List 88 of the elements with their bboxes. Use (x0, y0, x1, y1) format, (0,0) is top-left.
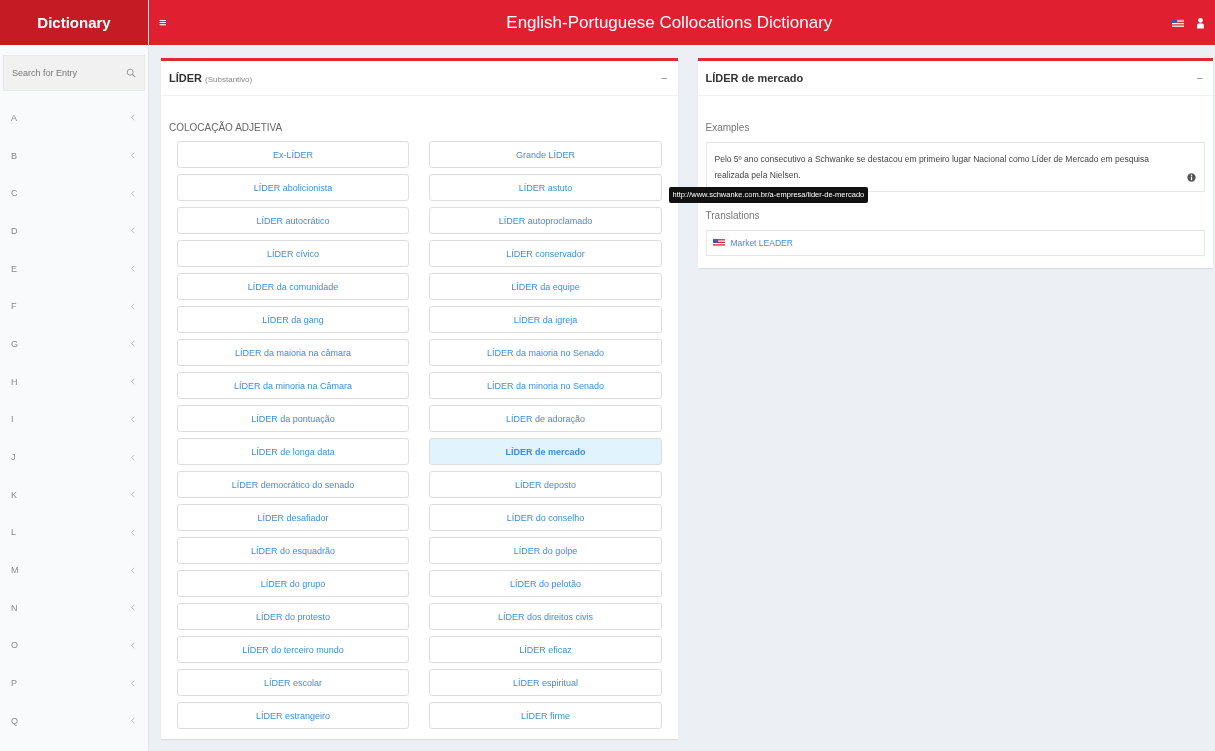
letter-item[interactable]: L (0, 513, 148, 552)
letter-item[interactable]: D (0, 212, 148, 250)
letter-item[interactable]: J (0, 438, 148, 476)
brand-title: Dictionary (0, 0, 148, 45)
entry-title: LÍDER (Substantivo) (169, 72, 254, 84)
collocation-button[interactable]: LÍDER escolar (177, 669, 409, 696)
chevron-icon (131, 265, 135, 273)
chevron-icon (131, 189, 135, 197)
examples-heading: Examples (705, 122, 751, 133)
collocation-button[interactable]: LÍDER da pontuação (177, 405, 409, 432)
chevron-icon (131, 378, 135, 386)
collocation-button[interactable]: Ex-LÍDER (177, 141, 409, 168)
collocation-button[interactable]: LÍDER de adoração (429, 405, 662, 432)
letter-item[interactable]: E (0, 249, 148, 288)
collocation-button[interactable]: LÍDER da igreja (429, 306, 662, 333)
detail-title: LÍDER de mercado (705, 72, 805, 84)
collocation-button[interactable]: LÍDER do grupo (177, 570, 409, 597)
collocation-button[interactable]: LÍDER do pelotão (429, 570, 662, 597)
chevron-icon (131, 415, 135, 423)
collapse-button[interactable]: − (1196, 72, 1203, 84)
letter-item[interactable]: I (0, 400, 148, 439)
chevron-icon (131, 114, 135, 122)
chevron-icon (131, 717, 135, 725)
collocation-button[interactable]: LÍDER da equipe (429, 273, 662, 300)
collocation-button[interactable]: LÍDER autocrático (177, 207, 409, 234)
collocation-button[interactable]: LÍDER cívico (177, 240, 409, 267)
collocation-button[interactable]: LÍDER do protesto (177, 603, 409, 630)
collapse-button[interactable]: − (661, 72, 668, 84)
collocation-button[interactable]: LÍDER abolicionista (177, 174, 409, 201)
collocation-button[interactable]: LÍDER deposto (429, 471, 662, 498)
collocation-button[interactable]: LÍDER do conselho (429, 504, 662, 531)
collocation-button[interactable]: LÍDER de mercado (429, 438, 662, 465)
translation-link[interactable]: Market LEADER (730, 238, 793, 248)
chevron-icon (131, 641, 135, 649)
collocation-button[interactable]: LÍDER astuto (429, 174, 662, 201)
example-text: Pelo 5º ano consecutivo a Schwanke se destacou em primeiro lugar Nacional como Líder de Mercado em pesquisa realizada pela Nielsen. (714, 153, 1150, 182)
collocation-button[interactable]: Grande LÍDER (429, 141, 662, 168)
collocation-button[interactable]: LÍDER dos direitos civis (429, 603, 662, 630)
collocation-button[interactable]: LÍDER desafiador (177, 504, 409, 531)
collocation-button[interactable]: LÍDER conservador (429, 240, 662, 267)
flag-icon (712, 239, 725, 247)
chevron-icon (131, 566, 135, 574)
collocation-button[interactable]: LÍDER de longa data (177, 438, 409, 465)
search-field[interactable]: Search for Entry (3, 55, 145, 91)
chevron-icon (131, 340, 135, 348)
collocation-button[interactable]: LÍDER democrático do senado (177, 471, 409, 498)
collocation-button[interactable]: LÍDER estrangeiro (177, 702, 409, 729)
letter-item[interactable]: K (0, 475, 148, 514)
chevron-icon (131, 302, 135, 310)
app-title: English-Portuguese Collocations Dictionary (505, 12, 834, 33)
collocation-button[interactable]: LÍDER autoproclamado (429, 207, 662, 234)
info-icon[interactable] (1187, 173, 1196, 182)
collocation-button[interactable]: LÍDER do terceiro mundo (177, 636, 409, 663)
collocation-button[interactable]: LÍDER da minoria no Senado (429, 372, 662, 399)
letter-item[interactable]: H (0, 362, 148, 401)
chevron-icon (131, 152, 135, 160)
menu-button[interactable]: ≡ (159, 15, 167, 30)
letter-item[interactable]: A (0, 99, 148, 137)
letter-item[interactable]: F (0, 287, 148, 326)
collocation-button[interactable]: LÍDER da maioria no Senado (429, 339, 662, 366)
section-heading: COLOCAÇÃO ADJETIVA (169, 122, 284, 133)
chevron-icon (131, 453, 135, 461)
letter-item[interactable]: G (0, 325, 148, 363)
letter-item[interactable]: O (0, 626, 148, 665)
chevron-icon (131, 491, 135, 499)
collocation-button[interactable]: LÍDER da gang (177, 306, 409, 333)
collocation-button[interactable]: LÍDER da maioria na câmara (177, 339, 409, 366)
collocation-button[interactable]: LÍDER do golpe (429, 537, 662, 564)
letter-item[interactable]: N (0, 588, 148, 627)
collocation-button[interactable]: LÍDER eficaz (429, 636, 662, 663)
user-icon[interactable] (1196, 16, 1205, 29)
letter-item[interactable]: M (0, 551, 148, 589)
letter-item[interactable]: Q (0, 702, 148, 740)
collocation-button[interactable]: LÍDER da comunidade (177, 273, 409, 300)
chevron-icon (131, 604, 135, 612)
search-icon (126, 68, 136, 78)
chevron-icon (131, 679, 135, 687)
translations-heading: Translations (705, 210, 761, 221)
collocation-button[interactable]: LÍDER da minoria na Câmara (177, 372, 409, 399)
chevron-icon (131, 528, 135, 536)
letter-item[interactable]: C (0, 174, 148, 213)
letter-item[interactable]: B (0, 136, 148, 175)
flag-icon[interactable] (1172, 18, 1184, 27)
letter-item[interactable]: P (0, 664, 148, 702)
collocation-button[interactable]: LÍDER espiritual (429, 669, 662, 696)
collocation-button[interactable]: LÍDER firme (429, 702, 662, 729)
chevron-icon (131, 227, 135, 235)
collocation-button[interactable]: LÍDER do esquadrão (177, 537, 409, 564)
